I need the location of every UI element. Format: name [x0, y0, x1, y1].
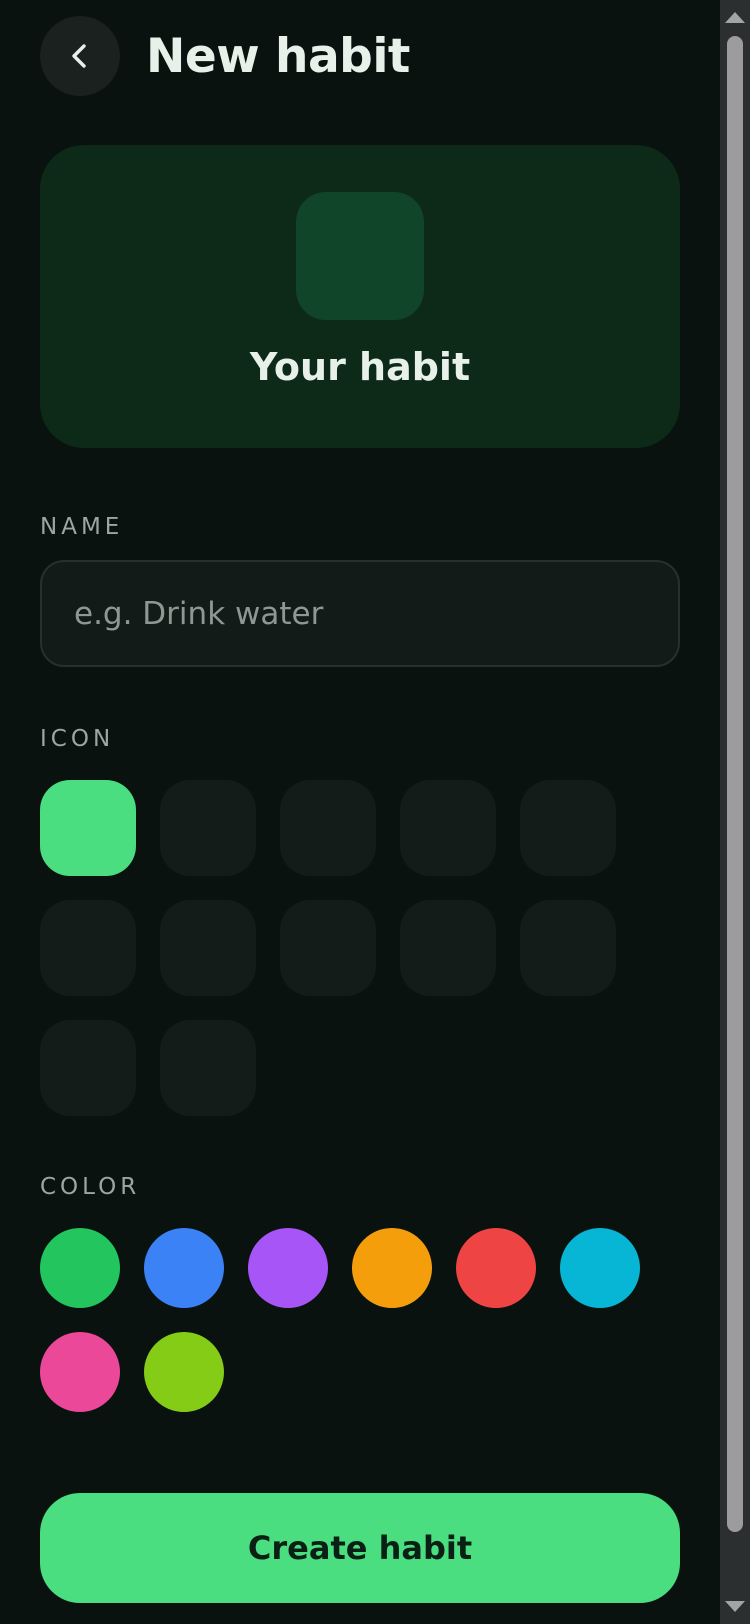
icon-picker	[40, 780, 680, 1116]
scroll-thumb[interactable]	[727, 36, 743, 1532]
icon-option[interactable]	[40, 900, 136, 996]
icon-option[interactable]	[400, 780, 496, 876]
color-swatch[interactable]	[144, 1228, 224, 1308]
icon-option[interactable]	[520, 900, 616, 996]
habit-preview-name: Your habit	[249, 345, 471, 389]
icon-option[interactable]	[520, 780, 616, 876]
create-habit-button[interactable]: Create habit	[40, 1493, 680, 1603]
icon-option[interactable]	[160, 900, 256, 996]
icon-label: ICON	[40, 726, 115, 752]
scroll-down-arrow-icon[interactable]	[725, 1601, 745, 1612]
color-swatch[interactable]	[352, 1228, 432, 1308]
scrollbar[interactable]	[720, 0, 750, 1624]
color-label: COLOR	[40, 1174, 141, 1200]
color-swatch[interactable]	[560, 1228, 640, 1308]
icon-option[interactable]	[400, 900, 496, 996]
chevron-left-icon	[72, 44, 86, 68]
icon-option[interactable]	[40, 1020, 136, 1116]
header: New habit	[40, 16, 410, 96]
back-button[interactable]	[40, 16, 120, 96]
habit-name-input[interactable]	[40, 560, 680, 667]
color-swatch[interactable]	[144, 1332, 224, 1412]
color-swatch[interactable]	[40, 1228, 120, 1308]
color-swatch[interactable]	[248, 1228, 328, 1308]
color-picker	[40, 1228, 680, 1412]
icon-option[interactable]	[280, 780, 376, 876]
icon-option[interactable]	[160, 1020, 256, 1116]
icon-option[interactable]	[280, 900, 376, 996]
habit-preview-card: Your habit	[40, 145, 680, 448]
icon-option[interactable]	[40, 780, 136, 876]
name-label: NAME	[40, 514, 124, 540]
habit-preview-icon	[296, 192, 424, 320]
scroll-up-arrow-icon[interactable]	[725, 12, 745, 23]
icon-option[interactable]	[160, 780, 256, 876]
color-swatch[interactable]	[40, 1332, 120, 1412]
color-swatch[interactable]	[456, 1228, 536, 1308]
page-title: New habit	[146, 28, 410, 84]
new-habit-screen: New habit Your habit NAME ICON COLOR Cre…	[0, 0, 720, 1624]
